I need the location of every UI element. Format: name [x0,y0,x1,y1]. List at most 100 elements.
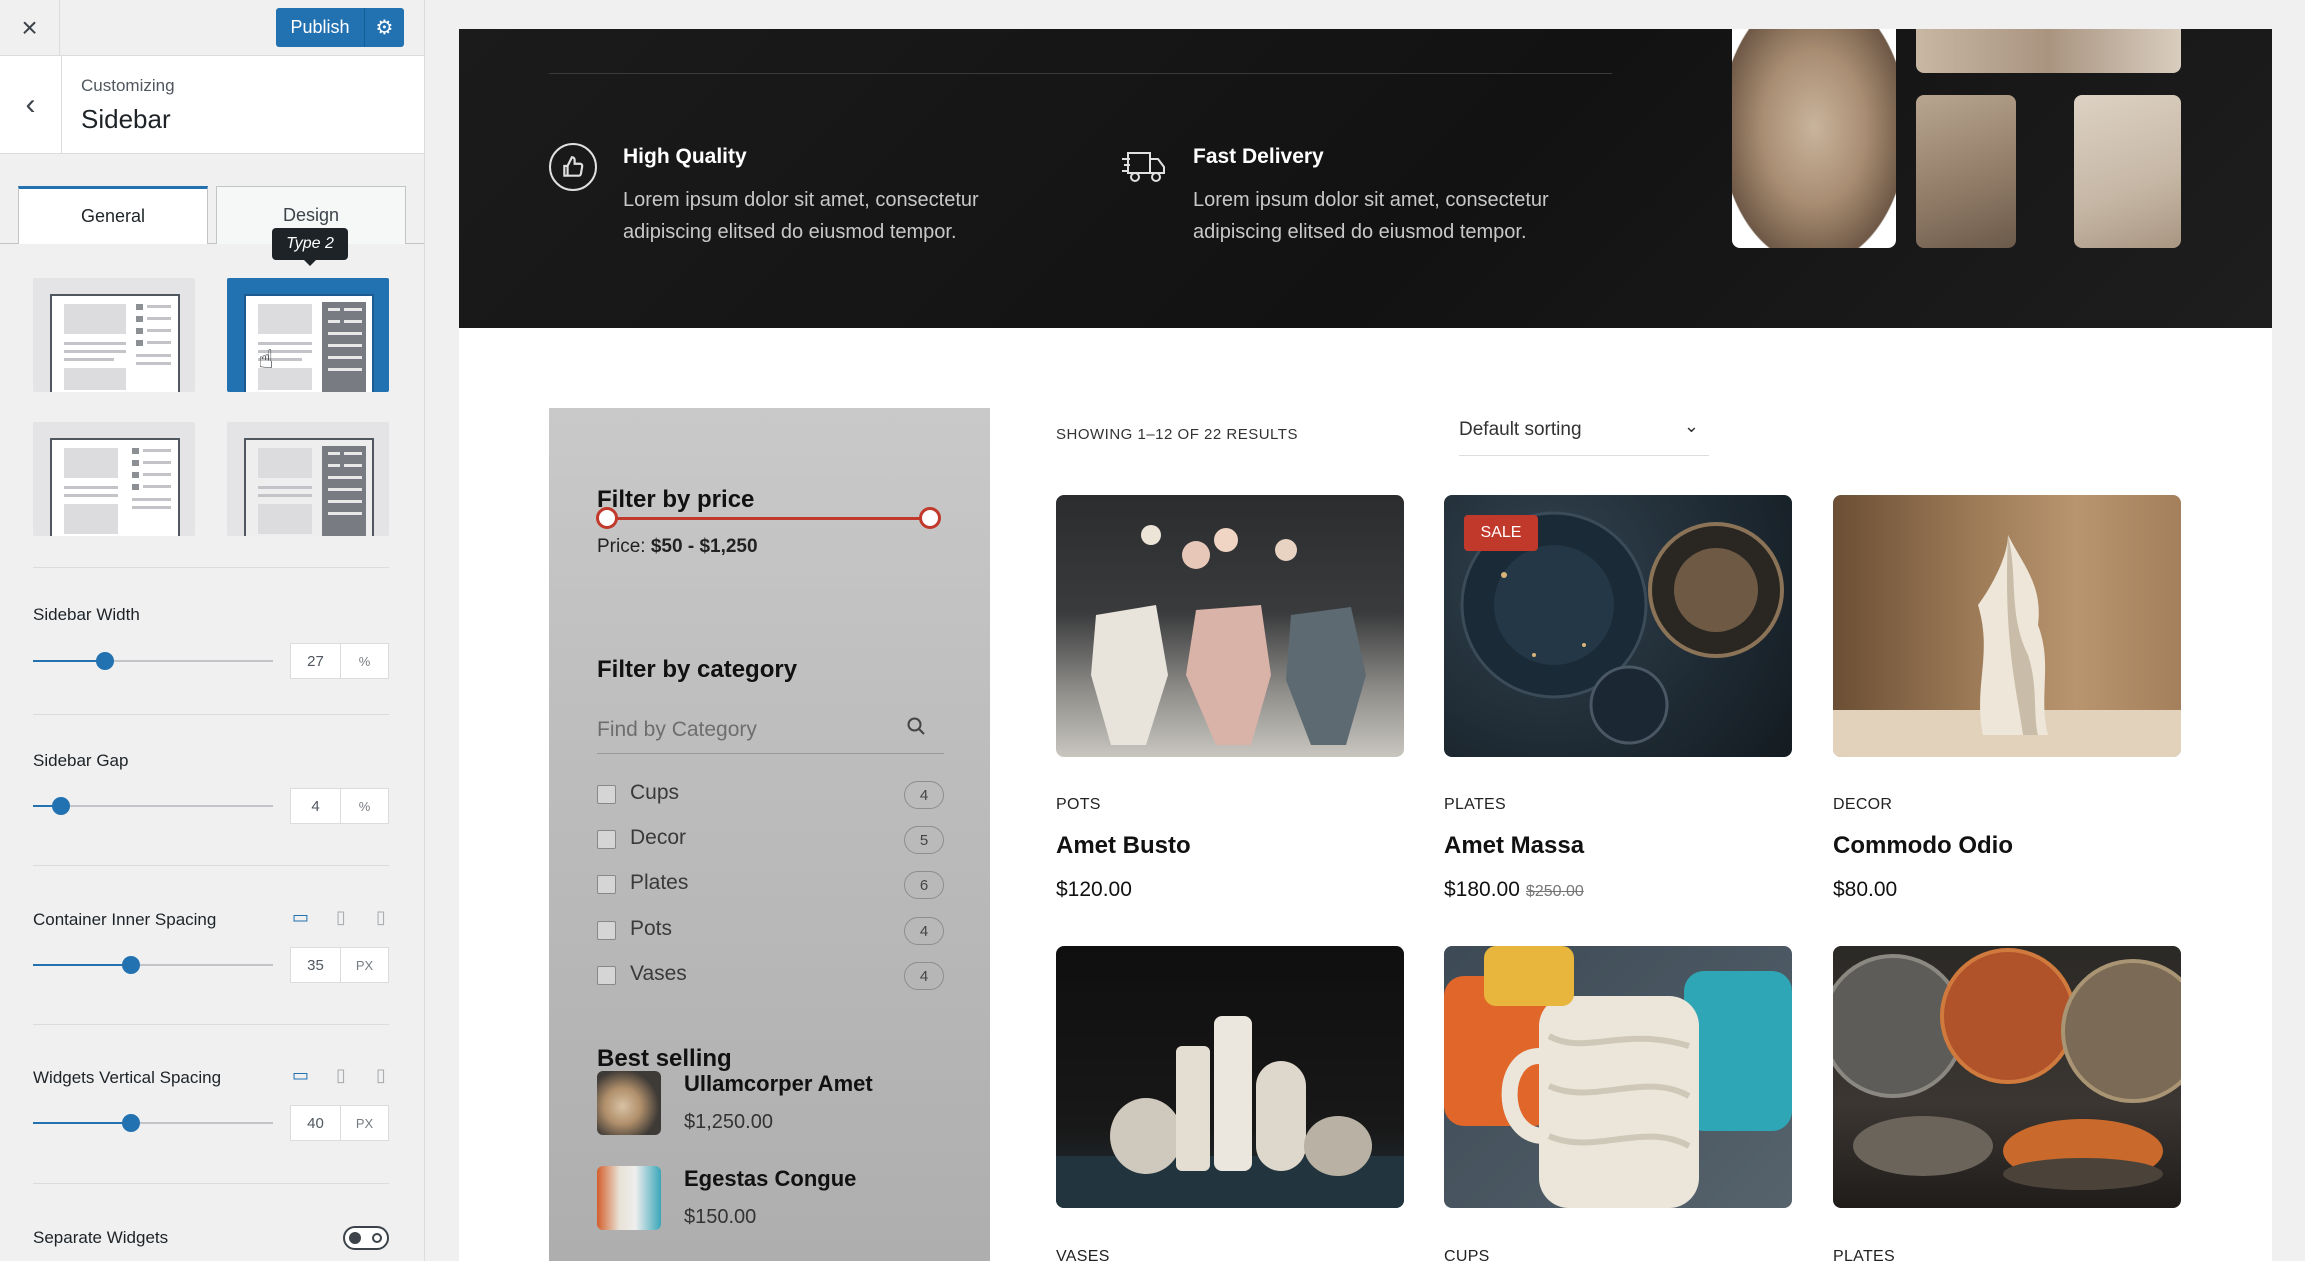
publish-button[interactable]: Publish [276,8,364,47]
slider-fill [33,1122,131,1124]
product-name[interactable]: Commodo Odio [1833,832,2013,860]
separate-widgets-label: Separate Widgets [33,1228,169,1247]
layout-preview [50,294,180,392]
category-item-vases[interactable]: Vases 4 [597,960,944,992]
product-image[interactable] [1833,495,2181,757]
back-arrow-icon[interactable]: ‹ [0,56,62,154]
container-inner-spacing-slider[interactable] [33,956,273,974]
ceramic-image [2074,95,2181,248]
product-thumbnail[interactable] [597,1071,661,1135]
search-icon[interactable] [906,716,926,742]
product-category: PLATES [1444,796,1506,813]
checkbox[interactable] [597,921,616,940]
mobile-icon[interactable]: ▯ [376,907,386,928]
sidebar-width-slider[interactable] [33,652,273,670]
slider-fill [33,964,131,966]
customizing-label: Customizing [81,76,175,95]
sidebar-width-input[interactable]: 27 % [290,643,389,679]
delivery-truck-icon [1119,143,1167,191]
layout-option-type-4[interactable] [227,422,389,536]
product-image[interactable] [1056,946,1404,1208]
product-price: $120.00 [1056,878,1132,902]
separate-widgets-toggle[interactable] [343,1226,389,1250]
best-selling-name[interactable]: Ullamcorper Amet [684,1071,873,1097]
product-category: PLATES [1833,1248,1895,1261]
best-selling-price: $1,250.00 [684,1111,773,1133]
checkbox[interactable] [597,966,616,985]
sidebar-gap-unit: % [358,798,371,814]
chevron-down-icon: ⌄ [1683,416,1699,436]
product-image[interactable] [1444,946,1792,1208]
product-category: DECOR [1833,796,1893,813]
checkbox[interactable] [597,875,616,894]
category-count: 4 [904,781,944,809]
container-inner-spacing-unit: PX [355,957,374,973]
category-name: Cups [630,781,680,804]
category-search-placeholder: Find by Category [597,718,757,741]
price-range-slider[interactable] [608,517,928,520]
layout-option-type-1[interactable] [33,278,195,392]
tablet-icon[interactable]: ▯ [336,907,346,928]
container-inner-spacing-input[interactable]: 35 PX [290,947,389,983]
toggle-knob [349,1232,361,1244]
layout-preview [50,438,180,536]
slider-thumb[interactable] [122,956,140,974]
best-selling-name[interactable]: Egestas Congue [684,1166,856,1192]
desktop-icon[interactable]: ▭ [292,1065,309,1086]
product-image[interactable] [1056,495,1404,757]
sidebar-gap-input[interactable]: 4 % [290,788,389,824]
category-search-input[interactable]: Find by Category [597,708,944,754]
sorting-select[interactable]: Default sorting ⌄ [1459,410,1709,456]
product-name[interactable]: Amet Busto [1056,832,1191,860]
product-name[interactable]: Amet Massa [1444,832,1584,860]
category-name: Decor [630,826,687,849]
checkbox[interactable] [597,830,616,849]
banner-divider [549,73,1612,74]
checkbox[interactable] [597,785,616,804]
features-banner: High Quality Lorem ipsum dolor sit amet,… [459,29,2272,328]
divider [33,865,389,866]
widgets-vertical-spacing-input[interactable]: 40 PX [290,1105,389,1141]
layout-option-type-2[interactable] [227,278,389,392]
mobile-icon[interactable]: ▯ [376,1065,386,1086]
sale-badge: SALE [1464,515,1538,551]
price-max-handle[interactable] [919,507,941,529]
product-image[interactable] [1833,946,2181,1208]
price-range-value: $50 - $1,250 [650,536,758,557]
slider-thumb[interactable] [52,797,70,815]
sidebar-width-value[interactable]: 27 [291,644,341,678]
category-item-cups[interactable]: Cups 4 [597,779,944,811]
category-name: Pots [630,917,673,940]
layout-option-type-3[interactable] [33,422,195,536]
price-current: $80.00 [1833,878,1898,901]
category-item-decor[interactable]: Decor 5 [597,824,944,856]
container-inner-spacing-label: Container Inner Spacing [33,910,217,929]
slider-thumb[interactable] [122,1114,140,1132]
gear-icon[interactable]: ⚙ [364,8,404,47]
price-range-label: Price: $50 - $1,250 [597,536,758,558]
widgets-vertical-spacing-value[interactable]: 40 [291,1106,341,1140]
product-thumbnail[interactable] [597,1166,661,1230]
close-icon[interactable]: × [0,0,60,56]
feature-title: High Quality [623,145,747,168]
price-current: $180.00 [1444,878,1520,901]
layout-tooltip: Type 2 [272,228,348,266]
slider-thumb[interactable] [96,652,114,670]
product-image[interactable]: SALE [1444,495,1792,757]
best-selling-item[interactable]: Ullamcorper Amet $1,250.00 [597,1071,944,1143]
tablet-icon[interactable]: ▯ [336,1065,346,1086]
layout-preview [244,294,374,392]
category-item-plates[interactable]: Plates 6 [597,869,944,901]
container-inner-spacing-value[interactable]: 35 [291,948,341,982]
best-selling-item[interactable]: Egestas Congue $150.00 [597,1166,944,1238]
widgets-vertical-spacing-slider[interactable] [33,1114,273,1132]
sidebar-gap-slider[interactable] [33,797,273,815]
tab-general[interactable]: General [18,186,208,244]
sidebar-gap-value[interactable]: 4 [291,789,341,823]
price-min-handle[interactable] [596,507,618,529]
sidebar-width-unit: % [358,653,371,669]
product-price: $80.00 [1833,878,1897,902]
desktop-icon[interactable]: ▭ [292,907,309,928]
category-item-pots[interactable]: Pots 4 [597,915,944,947]
category-count: 4 [904,917,944,945]
